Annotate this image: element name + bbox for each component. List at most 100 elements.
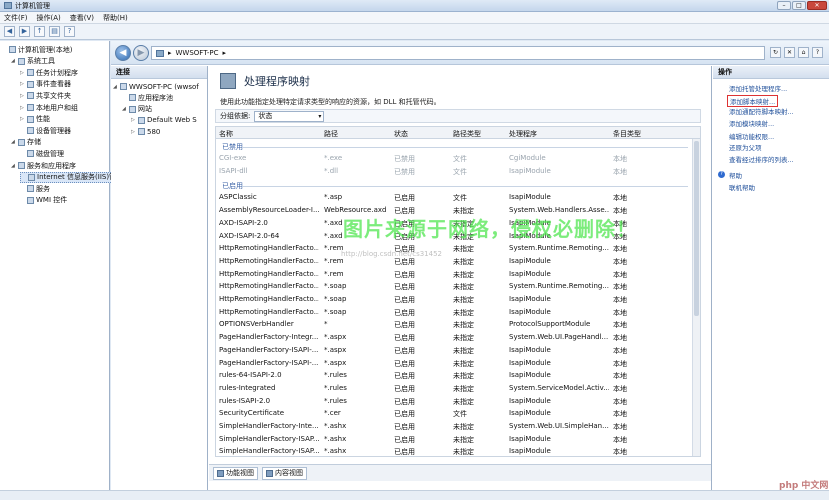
action-link[interactable]: 添加通配符脚本映射... (729, 106, 794, 116)
column-header[interactable]: 状态 (394, 129, 408, 139)
table-cell: 本地 (613, 270, 627, 279)
expander-icon[interactable]: ◢ (11, 139, 17, 145)
expander-icon[interactable]: ▷ (131, 129, 137, 135)
forward-button[interactable]: ▶ (133, 45, 149, 61)
back-arrow-icon[interactable]: ◀ (4, 26, 15, 37)
table-row[interactable]: OPTIONSVerbHandler * 已启用 未指定 ProtocolSupport… (216, 318, 694, 331)
table-row[interactable]: HttpRemotingHandlerFacto... *.rem 已启用 未指定 Is… (216, 268, 694, 281)
table-row[interactable]: CGI-exe *.exe 已禁用 文件 CgiModule 本地 (216, 152, 694, 165)
expander-icon[interactable]: ▷ (20, 93, 26, 99)
scrollbar-thumb[interactable] (694, 141, 699, 316)
tree-item[interactable]: ▷ 事件查看器 (20, 79, 71, 90)
node-icon (27, 80, 34, 88)
online-help-link[interactable]: 联机帮助 (729, 182, 755, 192)
home-icon[interactable]: ⌂ (798, 47, 809, 58)
node-icon (27, 69, 34, 77)
column-header[interactable]: 处理程序 (509, 129, 537, 139)
tree-item[interactable]: ◢ WWSOFT-PC (wwsof (113, 81, 199, 92)
action-link[interactable]: 编辑功能权限... (729, 131, 774, 141)
table-row[interactable]: HttpRemotingHandlerFacto... *.soap 已启用 未指定 I… (216, 306, 694, 319)
group-section-header[interactable]: 已禁用 (216, 140, 694, 152)
tab-features-view[interactable]: 功能视图 (213, 466, 258, 480)
tree-item[interactable]: ▷ 性能 (20, 114, 50, 125)
group-by-select[interactable]: 状态 (254, 110, 325, 122)
help-icon[interactable]: ? (64, 26, 75, 37)
menu-file[interactable]: 文件(F) (4, 13, 28, 23)
table-row[interactable]: SimpleHandlerFactory-Inte... *.ashx 已启用 未指定… (216, 420, 694, 433)
expander-icon[interactable]: ◢ (113, 84, 119, 90)
tree-item[interactable]: ▷ 任务计划程序 (20, 67, 78, 78)
maximize-button[interactable]: □ (792, 1, 806, 10)
tree-item[interactable]: ◢ 服务和应用程序 (11, 160, 76, 171)
column-header[interactable]: 条目类型 (613, 129, 641, 139)
table-row[interactable]: HttpRemotingHandlerFacto... *.rem 已启用 未指定 Sy… (216, 242, 694, 255)
column-header[interactable]: 路径类型 (453, 129, 481, 139)
menu-action[interactable]: 操作(A) (37, 13, 61, 23)
expander-icon[interactable]: ▷ (131, 117, 137, 123)
table-row[interactable]: HttpRemotingHandlerFacto... *.soap 已启用 未指定 S… (216, 280, 694, 293)
tree-item[interactable]: ▷ 本地用户和组 (20, 102, 78, 113)
address-path[interactable]: ▸ WWSOFT-PC ▸ (151, 46, 765, 60)
action-link[interactable]: 还原为父项 (729, 142, 762, 152)
tree-item[interactable]: ▷ 580 (131, 126, 160, 137)
close-button[interactable]: ✕ (807, 1, 827, 10)
tree-item[interactable]: WMI 控件 (20, 195, 67, 206)
tree-item[interactable]: 设备管理器 (20, 125, 71, 136)
table-row[interactable]: SecurityCertificate *.cer 已启用 文件 IsapiModule… (216, 407, 694, 420)
tab-content-view[interactable]: 内容视图 (262, 466, 307, 480)
table-row[interactable]: SimpleHandlerFactory-ISAP... *.ashx 已启用 未指定… (216, 445, 694, 456)
expander-icon[interactable]: ◢ (11, 58, 17, 64)
expander-icon[interactable]: ◢ (122, 106, 128, 112)
tree-item[interactable]: ◢ 系统工具 (11, 56, 55, 67)
expander-icon[interactable]: ◢ (11, 163, 17, 169)
action-link[interactable]: 查看经过排序的列表... (729, 154, 794, 164)
tree-item[interactable]: ▷ 共享文件夹 (20, 90, 71, 101)
tree-item[interactable]: 应用程序池 (122, 92, 173, 103)
tree-item[interactable]: 磁盘管理 (20, 148, 64, 159)
group-section-header[interactable]: 已启用 (216, 179, 694, 191)
expander-icon[interactable]: ▷ (20, 105, 26, 111)
table-row[interactable]: rules-ISAPI-2.0 *.rules 已启用 未指定 IsapiModule 本… (216, 395, 694, 408)
table-row[interactable]: PageHandlerFactory-ISAPI-... *.aspx 已启用 未指定… (216, 344, 694, 357)
table-row[interactable]: HttpRemotingHandlerFacto... *.rem 已启用 未指定 Is… (216, 255, 694, 268)
table-row[interactable]: PageHandlerFactory-Integr... *.aspx 已启用 未指定… (216, 331, 694, 344)
tree-item[interactable]: 服务 (20, 183, 50, 194)
table-cell: 已启用 (394, 321, 415, 330)
tree-item[interactable]: ▷ Default Web S (131, 115, 197, 126)
table-row[interactable]: rules-Integrated *.rules 已启用 未指定 System.Serv… (216, 382, 694, 395)
back-button[interactable]: ◀ (115, 45, 131, 61)
tree-item[interactable]: Internet 信息服务(IIS)管 (20, 171, 118, 183)
node-icon (18, 162, 25, 169)
expander-icon[interactable]: ▷ (20, 116, 26, 122)
help-link[interactable]: 帮助 (729, 170, 742, 180)
table-cell: 本地 (613, 372, 627, 381)
table-row[interactable]: HttpRemotingHandlerFacto... *.soap 已启用 未指定 I… (216, 293, 694, 306)
menu-help[interactable]: 帮助(H) (103, 13, 128, 23)
show-tree-icon[interactable]: ▤ (49, 26, 60, 37)
tree-item[interactable]: ◢ 存储 (11, 137, 41, 148)
expander-icon[interactable]: ▷ (20, 81, 26, 87)
table-row[interactable]: PageHandlerFactory-ISAPI-... *.aspx 已启用 未指定… (216, 357, 694, 370)
node-icon (129, 94, 136, 102)
table-row[interactable]: ASPClassic *.asp 已启用 文件 IsapiModule 本地 (216, 191, 694, 204)
column-header[interactable]: 名称 (219, 129, 233, 139)
tree-item[interactable]: ◢ 网站 (122, 104, 152, 115)
breadcrumb-server[interactable]: WWSOFT-PC (176, 49, 219, 57)
table-row[interactable]: ISAPI-dll *.dll 已禁用 文件 IsapiModule 本地 (216, 165, 694, 178)
menu-view[interactable]: 查看(V) (70, 13, 94, 23)
refresh-icon[interactable]: ↻ (770, 47, 781, 58)
table-row[interactable]: SimpleHandlerFactory-ISAP... *.ashx 已启用 未指定… (216, 433, 694, 446)
tree-item[interactable]: 计算机管理(本地) (2, 44, 72, 55)
table-cell: *.aspx (324, 358, 347, 367)
minimize-button[interactable]: – (777, 1, 791, 10)
expander-icon[interactable]: ▷ (20, 70, 26, 76)
table-cell: 本地 (613, 245, 627, 254)
forward-arrow-icon[interactable]: ▶ (19, 26, 30, 37)
stop-icon[interactable]: ✕ (784, 47, 795, 58)
action-link[interactable]: 添加模块映射... (729, 118, 774, 128)
help-icon[interactable]: ? (812, 47, 823, 58)
column-header[interactable]: 路径 (324, 129, 338, 139)
table-row[interactable]: rules-64-ISAPI-2.0 *.rules 已启用 未指定 IsapiModu… (216, 369, 694, 382)
up-folder-icon[interactable]: ↑ (34, 26, 45, 37)
action-link[interactable]: 添加托管处理程序... (729, 83, 787, 93)
